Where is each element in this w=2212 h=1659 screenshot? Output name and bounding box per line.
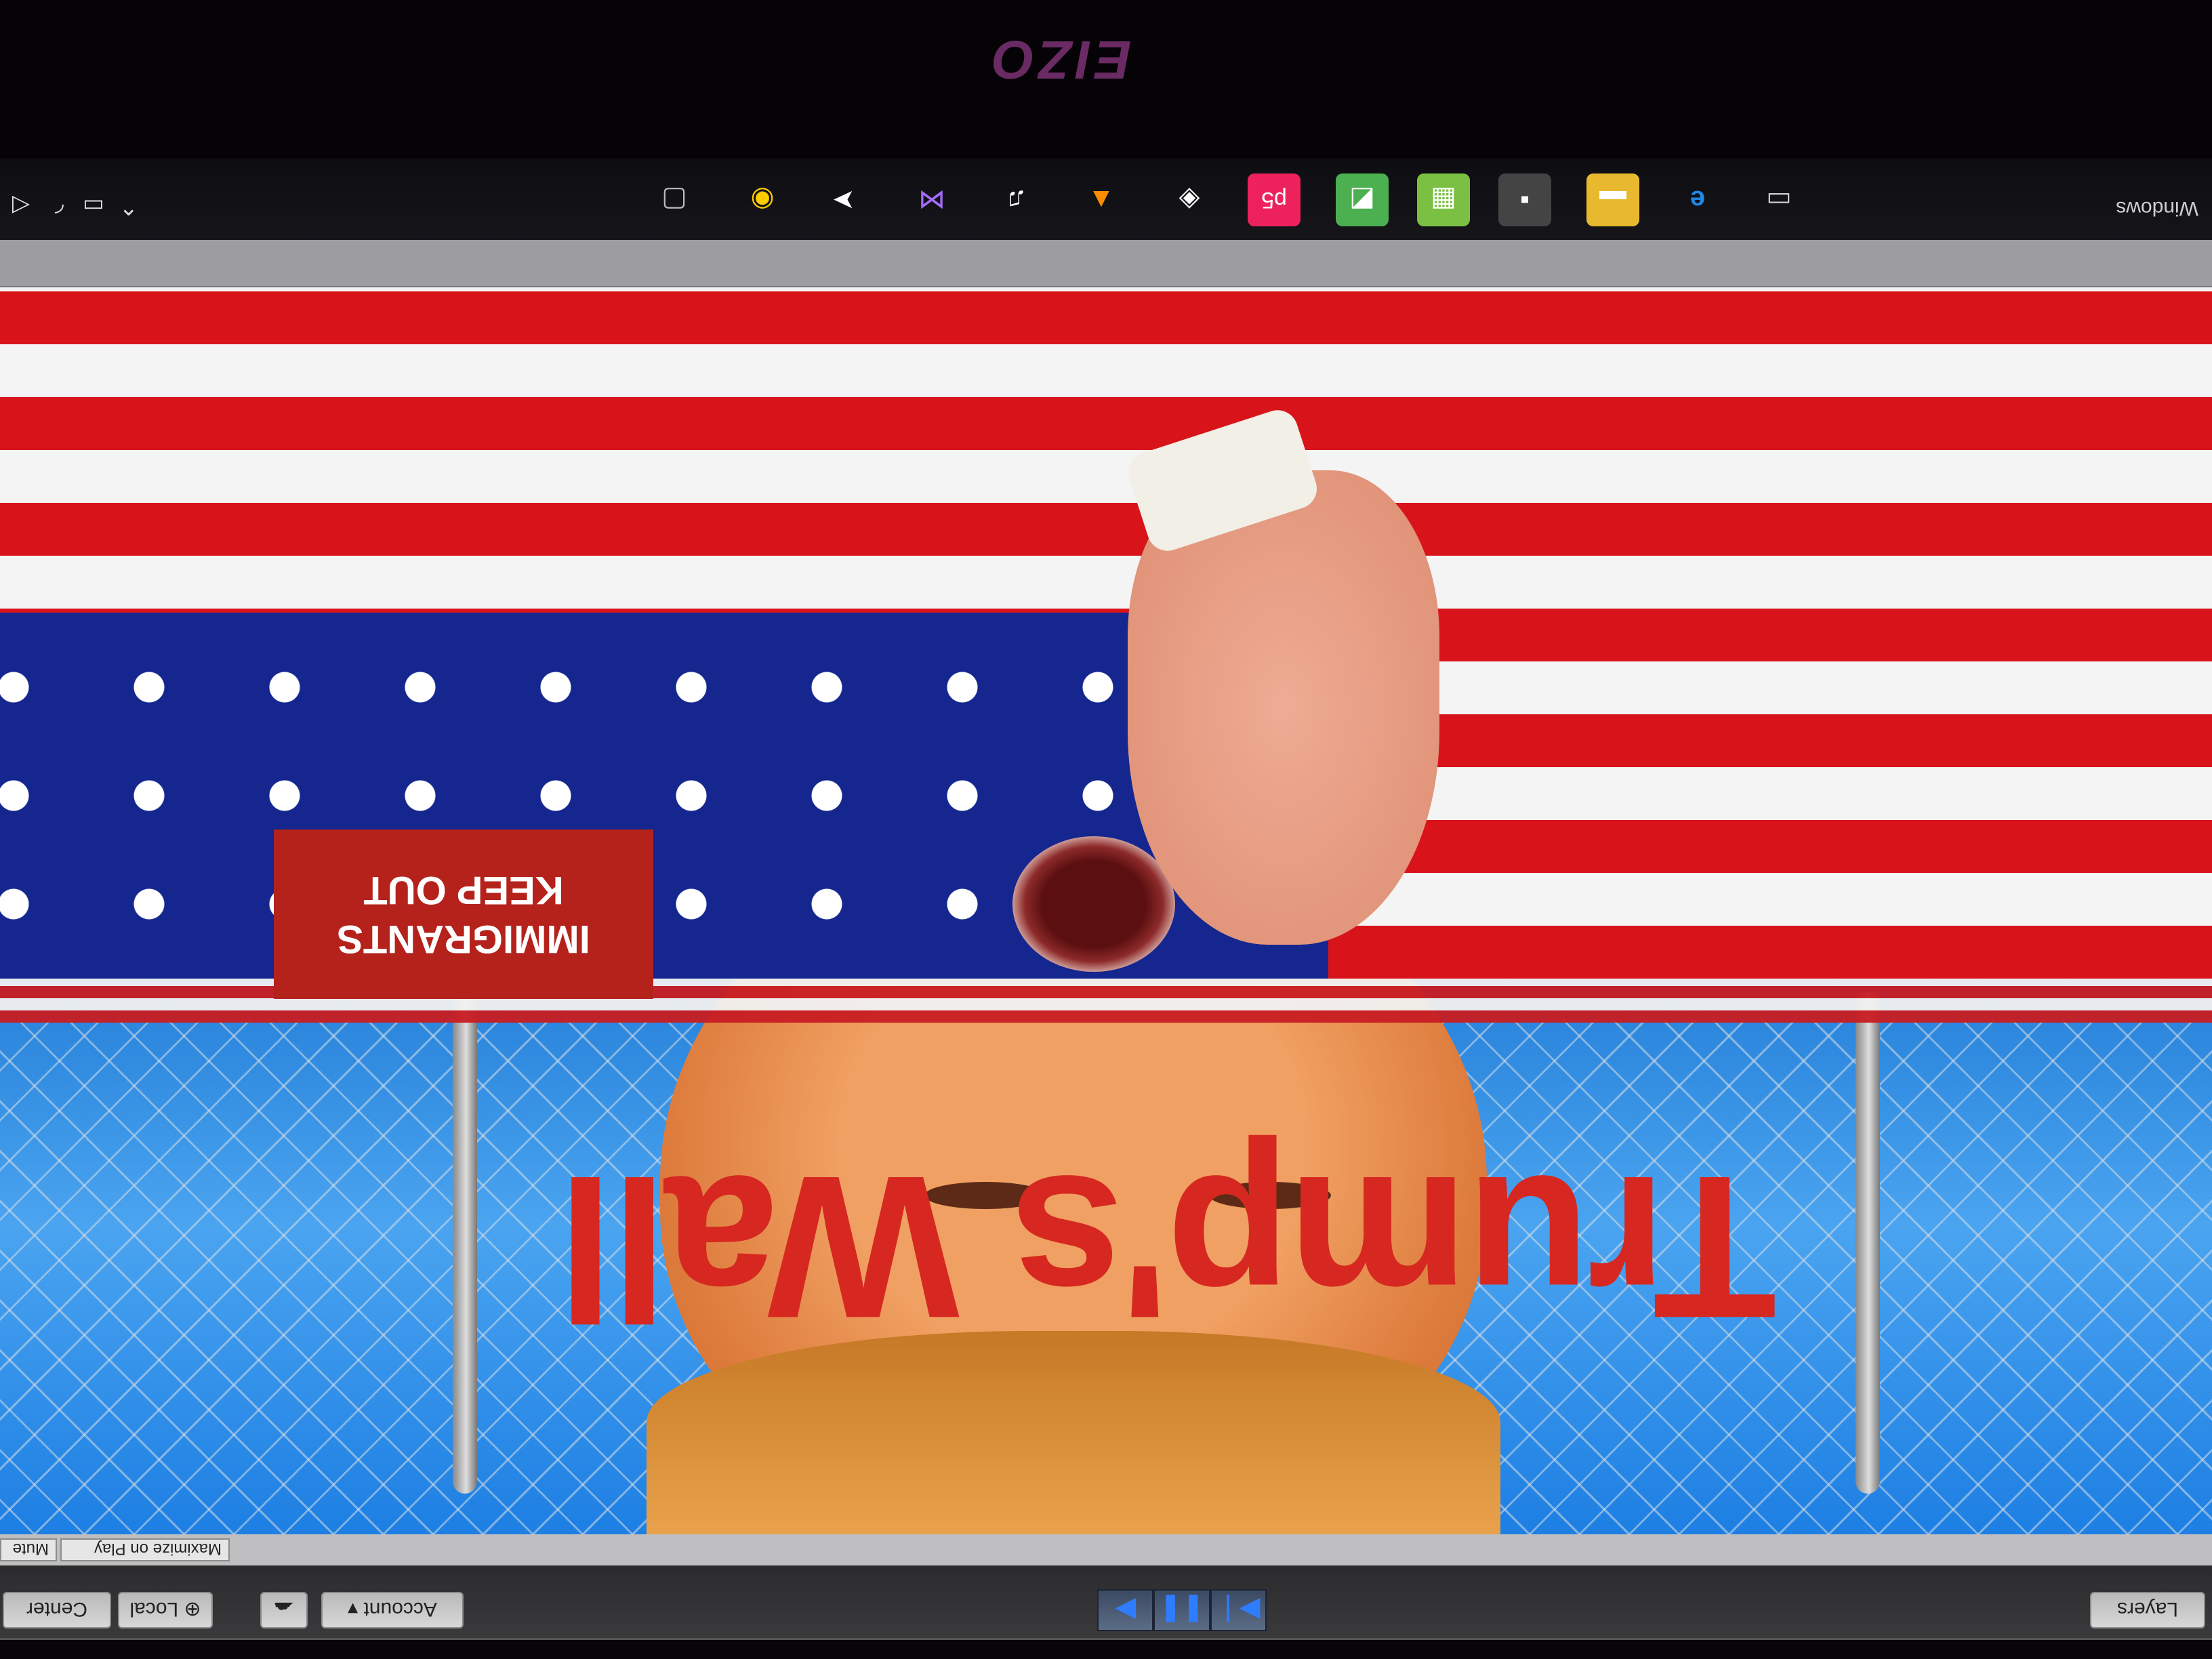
windows-taskbar: Windows ▭ e ▬ ▪ ▦ ◩ p5 ◈ ▲ ♫ ⋈ ➤ ◉ ▢ ⌃ ▭… <box>0 159 2212 240</box>
maximize-on-play-toggle[interactable]: Maximize on Play <box>60 1538 230 1561</box>
layers-label: Layers <box>2116 1598 2179 1620</box>
sign-line-2: KEEP OUT <box>363 868 564 912</box>
game-title: Trump's Wall <box>560 1134 1777 1361</box>
arrow-app-icon[interactable]: ➤ <box>817 173 870 226</box>
mute-label: Mute <box>12 1540 49 1558</box>
store-icon[interactable]: ▪ <box>1498 173 1551 226</box>
monitor-brand: EIZO <box>988 30 1132 90</box>
fence-post-left <box>1856 992 1880 1494</box>
unity-toolbar: Layers Account ▾ ☁ ▶❘ ❚❚ ▶ Center ⊕ Loca… <box>0 1563 2212 1640</box>
globe-icon: ⊕ <box>184 1598 201 1620</box>
task-view-icon[interactable]: ▭ <box>1753 173 1805 226</box>
layers-dropdown[interactable]: Layers <box>2090 1592 2205 1629</box>
visual-studio-icon[interactable]: ⋈ <box>905 173 958 226</box>
space-label: Local <box>129 1598 179 1620</box>
pivot-label: Center <box>26 1598 88 1620</box>
sign-line-1: IMMIGRANTS <box>337 917 590 961</box>
fence-post-right <box>453 992 477 1494</box>
battery-icon: ▭ <box>82 193 104 219</box>
minecraft-icon[interactable]: ◩ <box>1336 173 1389 226</box>
game-view-options: Maximize on Play Mute <box>0 1533 2212 1565</box>
chrome-icon[interactable]: ◉ <box>736 173 789 226</box>
mute-toggle[interactable]: Mute <box>0 1538 57 1561</box>
maximize-label: Maximize on Play <box>94 1540 222 1558</box>
immigrants-sign: IMMIGRANTS KEEP OUT <box>274 830 653 999</box>
pivot-toggle[interactable]: Center <box>3 1592 111 1629</box>
cloud-button[interactable]: ☁ <box>260 1592 308 1629</box>
game-view[interactable]: IMMIGRANTS KEEP OUT Trump's Wall <box>0 287 2212 1534</box>
mouth-image <box>1012 836 1175 972</box>
unity-icon[interactable]: ◈ <box>1163 173 1216 226</box>
editor-bottom-bar <box>0 239 2212 287</box>
step-button[interactable]: ▶❘ <box>1210 1589 1267 1631</box>
account-dropdown[interactable]: Account ▾ <box>321 1592 464 1629</box>
play-controls: ▶❘ ❚❚ ▶ <box>1097 1589 1267 1631</box>
account-label: Account <box>363 1598 437 1620</box>
monitor-bezel: EIZO <box>0 0 2212 159</box>
cells-icon[interactable]: ▦ <box>1417 173 1470 226</box>
itunes-icon[interactable]: ♫ <box>990 173 1043 226</box>
file-explorer-icon[interactable]: ▬ <box>1586 173 1639 226</box>
play-button[interactable]: ▶ <box>1097 1589 1154 1631</box>
monitor-screen: Layers Account ▾ ☁ ▶❘ ❚❚ ▶ Center ⊕ Loca… <box>0 0 2212 1659</box>
space-toggle[interactable]: ⊕ Local <box>118 1592 213 1629</box>
p5-icon[interactable]: p5 <box>1248 173 1300 226</box>
cloud-icon: ☁ <box>274 1598 294 1620</box>
desktop-icon[interactable]: ▢ <box>648 173 701 226</box>
edge-icon[interactable]: e <box>1671 173 1724 226</box>
windows-label: Windows <box>2116 197 2198 220</box>
wifi-icon[interactable]: ◜ <box>55 192 64 220</box>
pause-button[interactable]: ❚❚ <box>1153 1589 1210 1631</box>
volume-icon[interactable]: ◁ <box>12 192 30 220</box>
chevron-up-icon[interactable]: ⌃ <box>119 192 139 220</box>
vlc-icon[interactable]: ▲ <box>1075 173 1128 226</box>
